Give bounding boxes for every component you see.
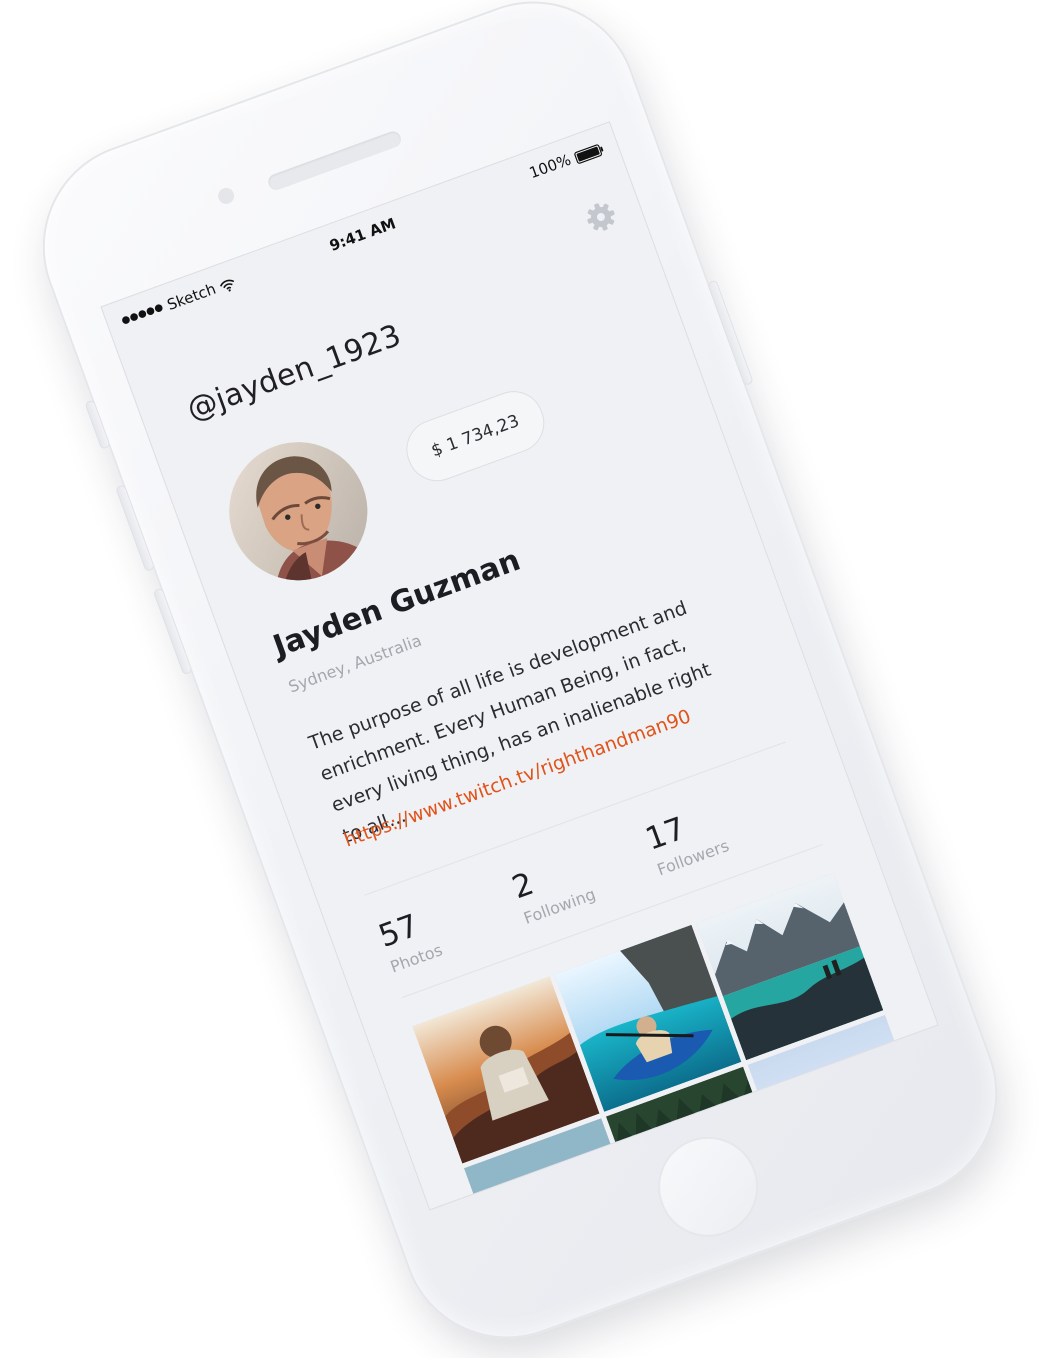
battery-status: 100% [526,139,606,183]
phone-frame: ●●●●● Sketch 9:41 AM 100% @jayden_1923 $… [13,0,1027,1358]
volume-down-button [152,587,193,676]
home-button [644,1122,773,1251]
avatar[interactable] [209,422,387,600]
front-camera [215,185,237,207]
gear-icon[interactable] [580,196,621,237]
username-title: @jayden_1923 [182,317,406,428]
battery-icon [573,141,606,164]
mockup-stage: ●●●●● Sketch 9:41 AM 100% @jayden_1923 $… [0,0,1052,1358]
volume-up-button [115,484,156,573]
earpiece-speaker [266,129,404,193]
stat-following-value: 2 [507,865,539,907]
stat-photos[interactable]: 57 Photos [367,871,486,998]
stat-followers[interactable]: 17 Followers [634,773,753,900]
balance-pill[interactable]: $ 1 734,23 [398,382,553,490]
mute-switch [84,399,111,450]
power-button [706,279,754,387]
profile-screen: ●●●●● Sketch 9:41 AM 100% @jayden_1923 $… [100,121,939,1211]
stat-following[interactable]: 2 Following [500,822,619,949]
battery-percentage: 100% [526,150,574,183]
